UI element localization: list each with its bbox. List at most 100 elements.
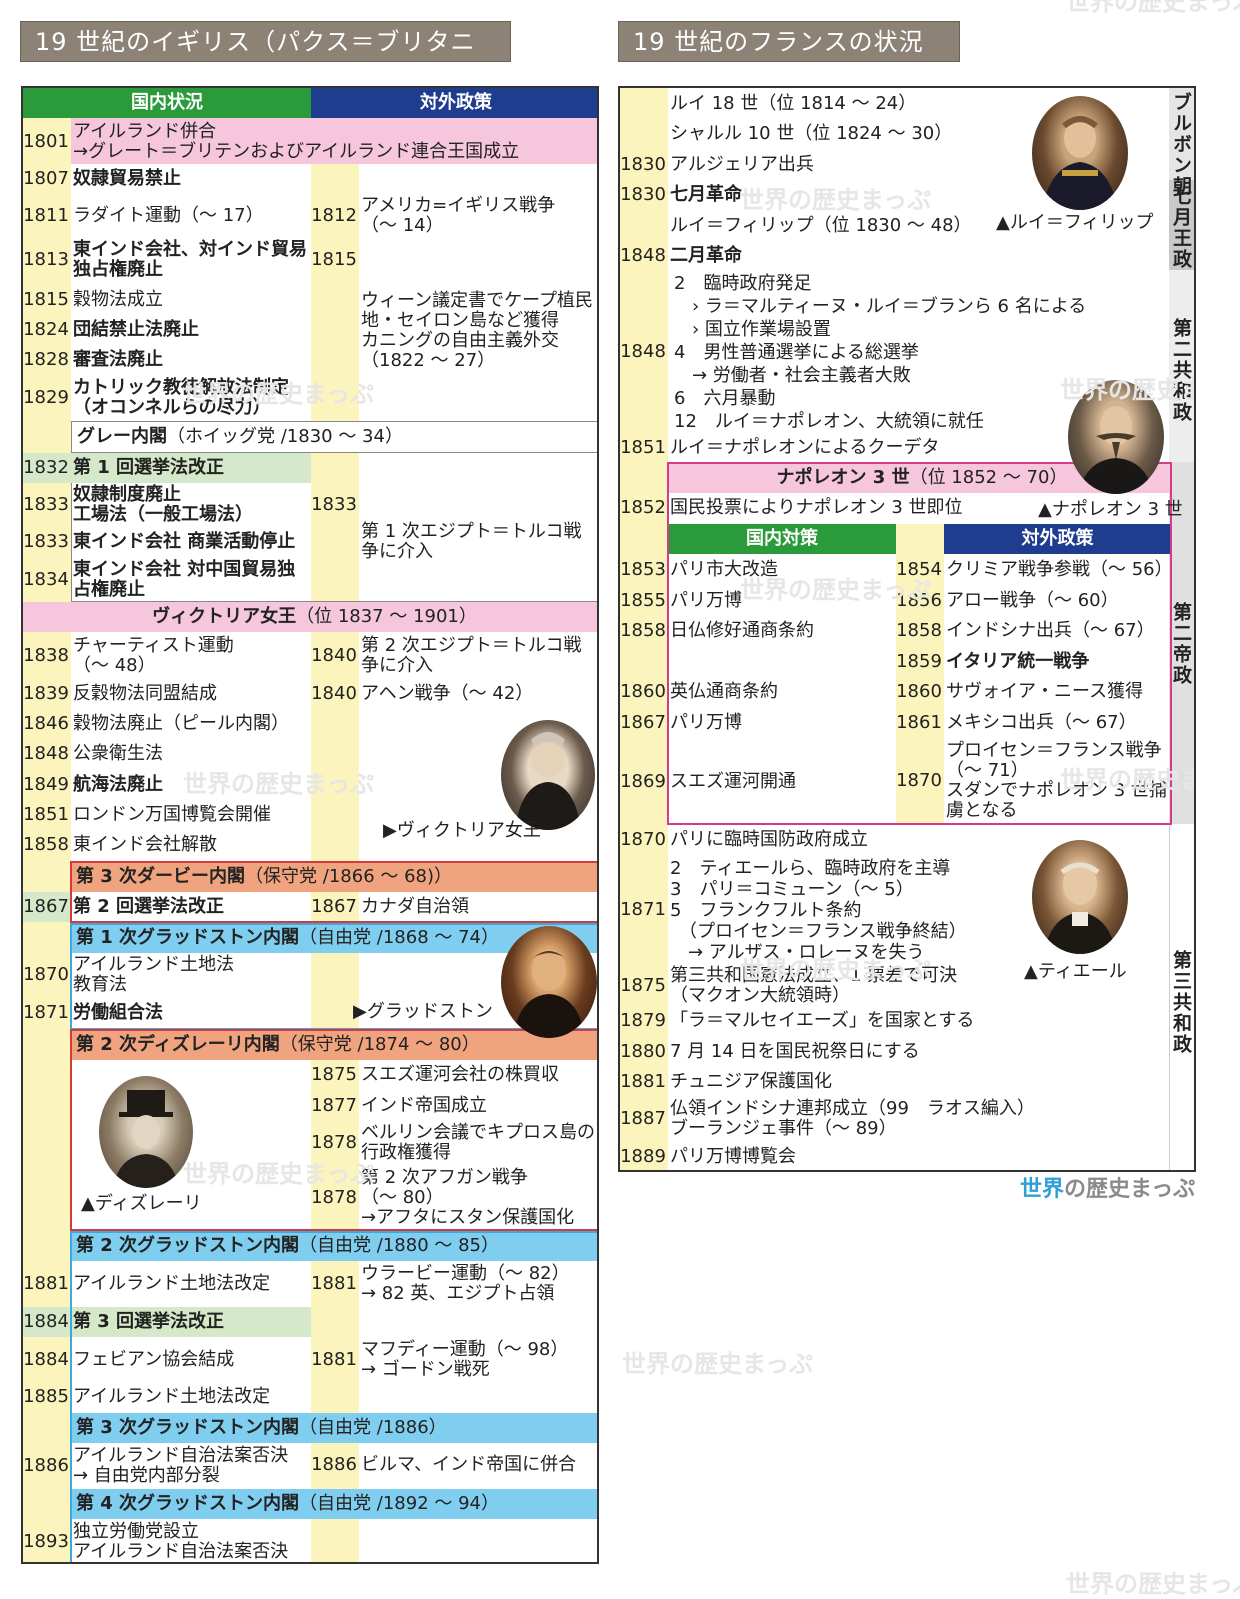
row-1870: 1870 アイルランド土地法 教育法 (23, 954, 311, 996)
year: 1885 (23, 1386, 69, 1407)
year: 1877 (311, 1095, 357, 1116)
event: ラダイト運動（〜 17） (73, 205, 264, 226)
year: 1878 (311, 1187, 357, 1208)
louis-philippe-caption: ▲ルイ＝フィリップ (996, 212, 1154, 233)
year: 1859 (896, 651, 942, 672)
nap-dom-1869: 1869 スエズ運河開通 (620, 768, 896, 796)
event: サヴォイア・ニース獲得 (946, 681, 1144, 702)
event: ロンドン万国博覧会開催 (73, 804, 271, 825)
year: 1852 (620, 497, 666, 518)
thiers-portrait (1032, 840, 1128, 954)
year: 1887 (620, 1108, 666, 1129)
year: 1879 (620, 1010, 666, 1031)
event: 第 2 次アフガン戦争 （〜 80） →アフタにスタン保護国化 (361, 1167, 575, 1228)
event: アイルランド土地法改定 (73, 1273, 271, 1294)
year: 1867 (620, 712, 666, 733)
year: 1839 (23, 683, 69, 704)
victoria-reign: （位 1837 〜 1901） (296, 606, 477, 627)
victoria-name: ヴィクトリア女王 (152, 606, 297, 627)
row-1848: 1848 公衆衛生法 (23, 740, 311, 768)
frrow-1880: 1880 7 月 14 日を国民祝祭日にする (620, 1038, 1160, 1066)
nap-for-1856: 1856 アロー戦争（〜 60） (896, 587, 1170, 615)
disraeli-caption: ▲ディズレーリ (81, 1193, 202, 1214)
event: 2 臨時政府発足 › ラ＝マルティーヌ・ルイ＝ブランら 6 名による › 国立作… (674, 272, 1087, 432)
event: アメリカ=イギリス戦争 （〜 14） (361, 195, 556, 236)
year: 1870 (620, 829, 666, 850)
gladstone3-detail: （自由党 /1886） (299, 1417, 447, 1438)
event: パリ万博 (670, 712, 742, 733)
event: 奴隷貿易禁止 (73, 168, 181, 189)
event: チュニジア保護国化 (670, 1071, 832, 1092)
row-1884b: 1884 フェビアン協会結成 (23, 1339, 311, 1381)
event: 英仏通商条約 (670, 681, 778, 702)
year: 1870 (23, 964, 69, 985)
frow-1840b: 1840 アヘン戦争（〜 42） (311, 680, 597, 708)
event: 日仏修好通商条約 (670, 620, 814, 641)
event: スエズ運河開通 (670, 771, 796, 792)
year: 1858 (620, 620, 666, 641)
event: 仏領インドシナ連邦成立（99 ラオス編入） ブーランジェ事件（〜 89） (670, 1098, 1035, 1139)
row-1828: 1828 審査法廃止 (23, 346, 311, 374)
row-1871: 1871 労働組合法 (23, 999, 311, 1027)
gladstone-portrait (501, 926, 597, 1038)
row-1884a: 1884 第 3 回選挙法改正 (23, 1308, 311, 1336)
event: メキシコ出兵（〜 67） (946, 712, 1137, 733)
event: 第 1 次エジプト＝トルコ戦争に介入 (361, 521, 582, 562)
gladstone1-name: 第 1 次グラッドストン内閣 (76, 927, 300, 948)
victoria-caption: ▶ヴィクトリア女王 (383, 820, 541, 841)
frow-1877: 1877 インド帝国成立 (311, 1092, 597, 1120)
band-derby: 第 3 次ダービー内閣（保守党 /1866 〜 68)） (71, 862, 597, 892)
event: クリミア戦争参戦（〜 56） (946, 559, 1173, 580)
year: 1846 (23, 713, 69, 734)
event: カナダ自治領 (361, 896, 469, 917)
row-1832: 1832 第 1 回選挙法改正 (23, 454, 311, 482)
nap-for-1861: 1861 メキシコ出兵（〜 67） (896, 709, 1170, 737)
year: 1878 (311, 1132, 357, 1153)
event: 東インド会社 商業活動停止 (73, 531, 296, 552)
row-1815: 1815 穀物法成立 (23, 286, 311, 314)
event: インド帝国成立 (361, 1095, 487, 1116)
year: 1830 (620, 184, 666, 205)
gladstone4-detail: （自由党 /1892 〜 94） (299, 1493, 500, 1514)
nap-domestic-header: 国内対策 (668, 524, 896, 554)
frow-1867: 1867 カナダ自治領 (311, 893, 597, 921)
frow-vienna: ウィーン議定書でケープ植民地・セイロン島など獲得 カニングの自由主義外交 （18… (311, 288, 597, 374)
event: 団結禁止法廃止 (73, 319, 199, 340)
year: 1828 (23, 349, 69, 370)
year: 1833 (23, 494, 69, 515)
gladstone2-detail: （自由党 /1880 〜 85） (299, 1235, 500, 1256)
frow-1881a: 1881 ウラービー運動（〜 82） → 82 英、エジプト占領 (311, 1263, 597, 1305)
watermark: 世界の歴史まっぷ (1060, 766, 1194, 794)
frrow-1852: 1852 国民投票によりナポレオン 3 世即位 (620, 494, 980, 522)
year: 1848 (620, 341, 666, 362)
louis-philippe-portrait (1032, 96, 1128, 210)
nap-for-1854: 1854 クリミア戦争参戦（〜 56） (896, 556, 1173, 584)
event: 穀物法成立 (73, 289, 163, 310)
event: スエズ運河会社の株買収 (361, 1064, 559, 1085)
right-title: 19 世紀のフランスの状況 (618, 21, 960, 62)
britain-panel: 国内状況 対外政策 グレー内閣（ホイッグ党 /1830 〜 34） ヴィクトリア… (21, 86, 599, 1564)
disraeli-detail: （保守党 /1874 〜 80） (279, 1034, 480, 1055)
watermark: 世界の歴史まっぷ (740, 186, 932, 214)
event: 独立労働党設立 アイルランド自治法案否決 (73, 1521, 289, 1562)
year: 1815 (23, 289, 69, 310)
event: ルイ 18 世（位 1814 〜 24） (670, 93, 917, 114)
event: アヘン戦争（〜 42） (361, 683, 534, 704)
event: ベルリン会議でキプロス島の行政権獲得 (361, 1122, 595, 1163)
france-panel: ブルボン朝 七月王政 第二共和政 第二帝政 第三共和政 ルイ 18 世（位 18… (618, 86, 1196, 1172)
year: 1871 (23, 1002, 69, 1023)
event: ルイ＝フィリップ（位 1830 〜 48） (670, 215, 972, 236)
event: 公衆衛生法 (73, 743, 163, 764)
frow-1878a: 1878 ベルリン会議でキプロス島の行政権獲得 (311, 1121, 597, 1165)
year: 1829 (23, 387, 69, 408)
year: 1858 (23, 834, 69, 855)
event: 東インド会社、対インド貿易独占権廃止 (73, 239, 307, 280)
event: マフディー運動（〜 98） → ゴードン戦死 (361, 1339, 569, 1380)
year: 1838 (23, 645, 69, 666)
frow-1812: 1812 アメリカ=イギリス戦争 （〜 14） (311, 194, 597, 238)
site-logo: 世界の歴史まっぷ (1020, 1179, 1195, 1201)
frow-egypt1: 第 1 次エジプト＝トルコ戦争に介入 (311, 520, 597, 564)
event: ウィーン議定書でケープ植民地・セイロン島など獲得 カニングの自由主義外交 （18… (361, 290, 594, 371)
grey-cabinet-name: グレー内閣 (77, 426, 167, 447)
year: 1884 (23, 1349, 69, 1370)
